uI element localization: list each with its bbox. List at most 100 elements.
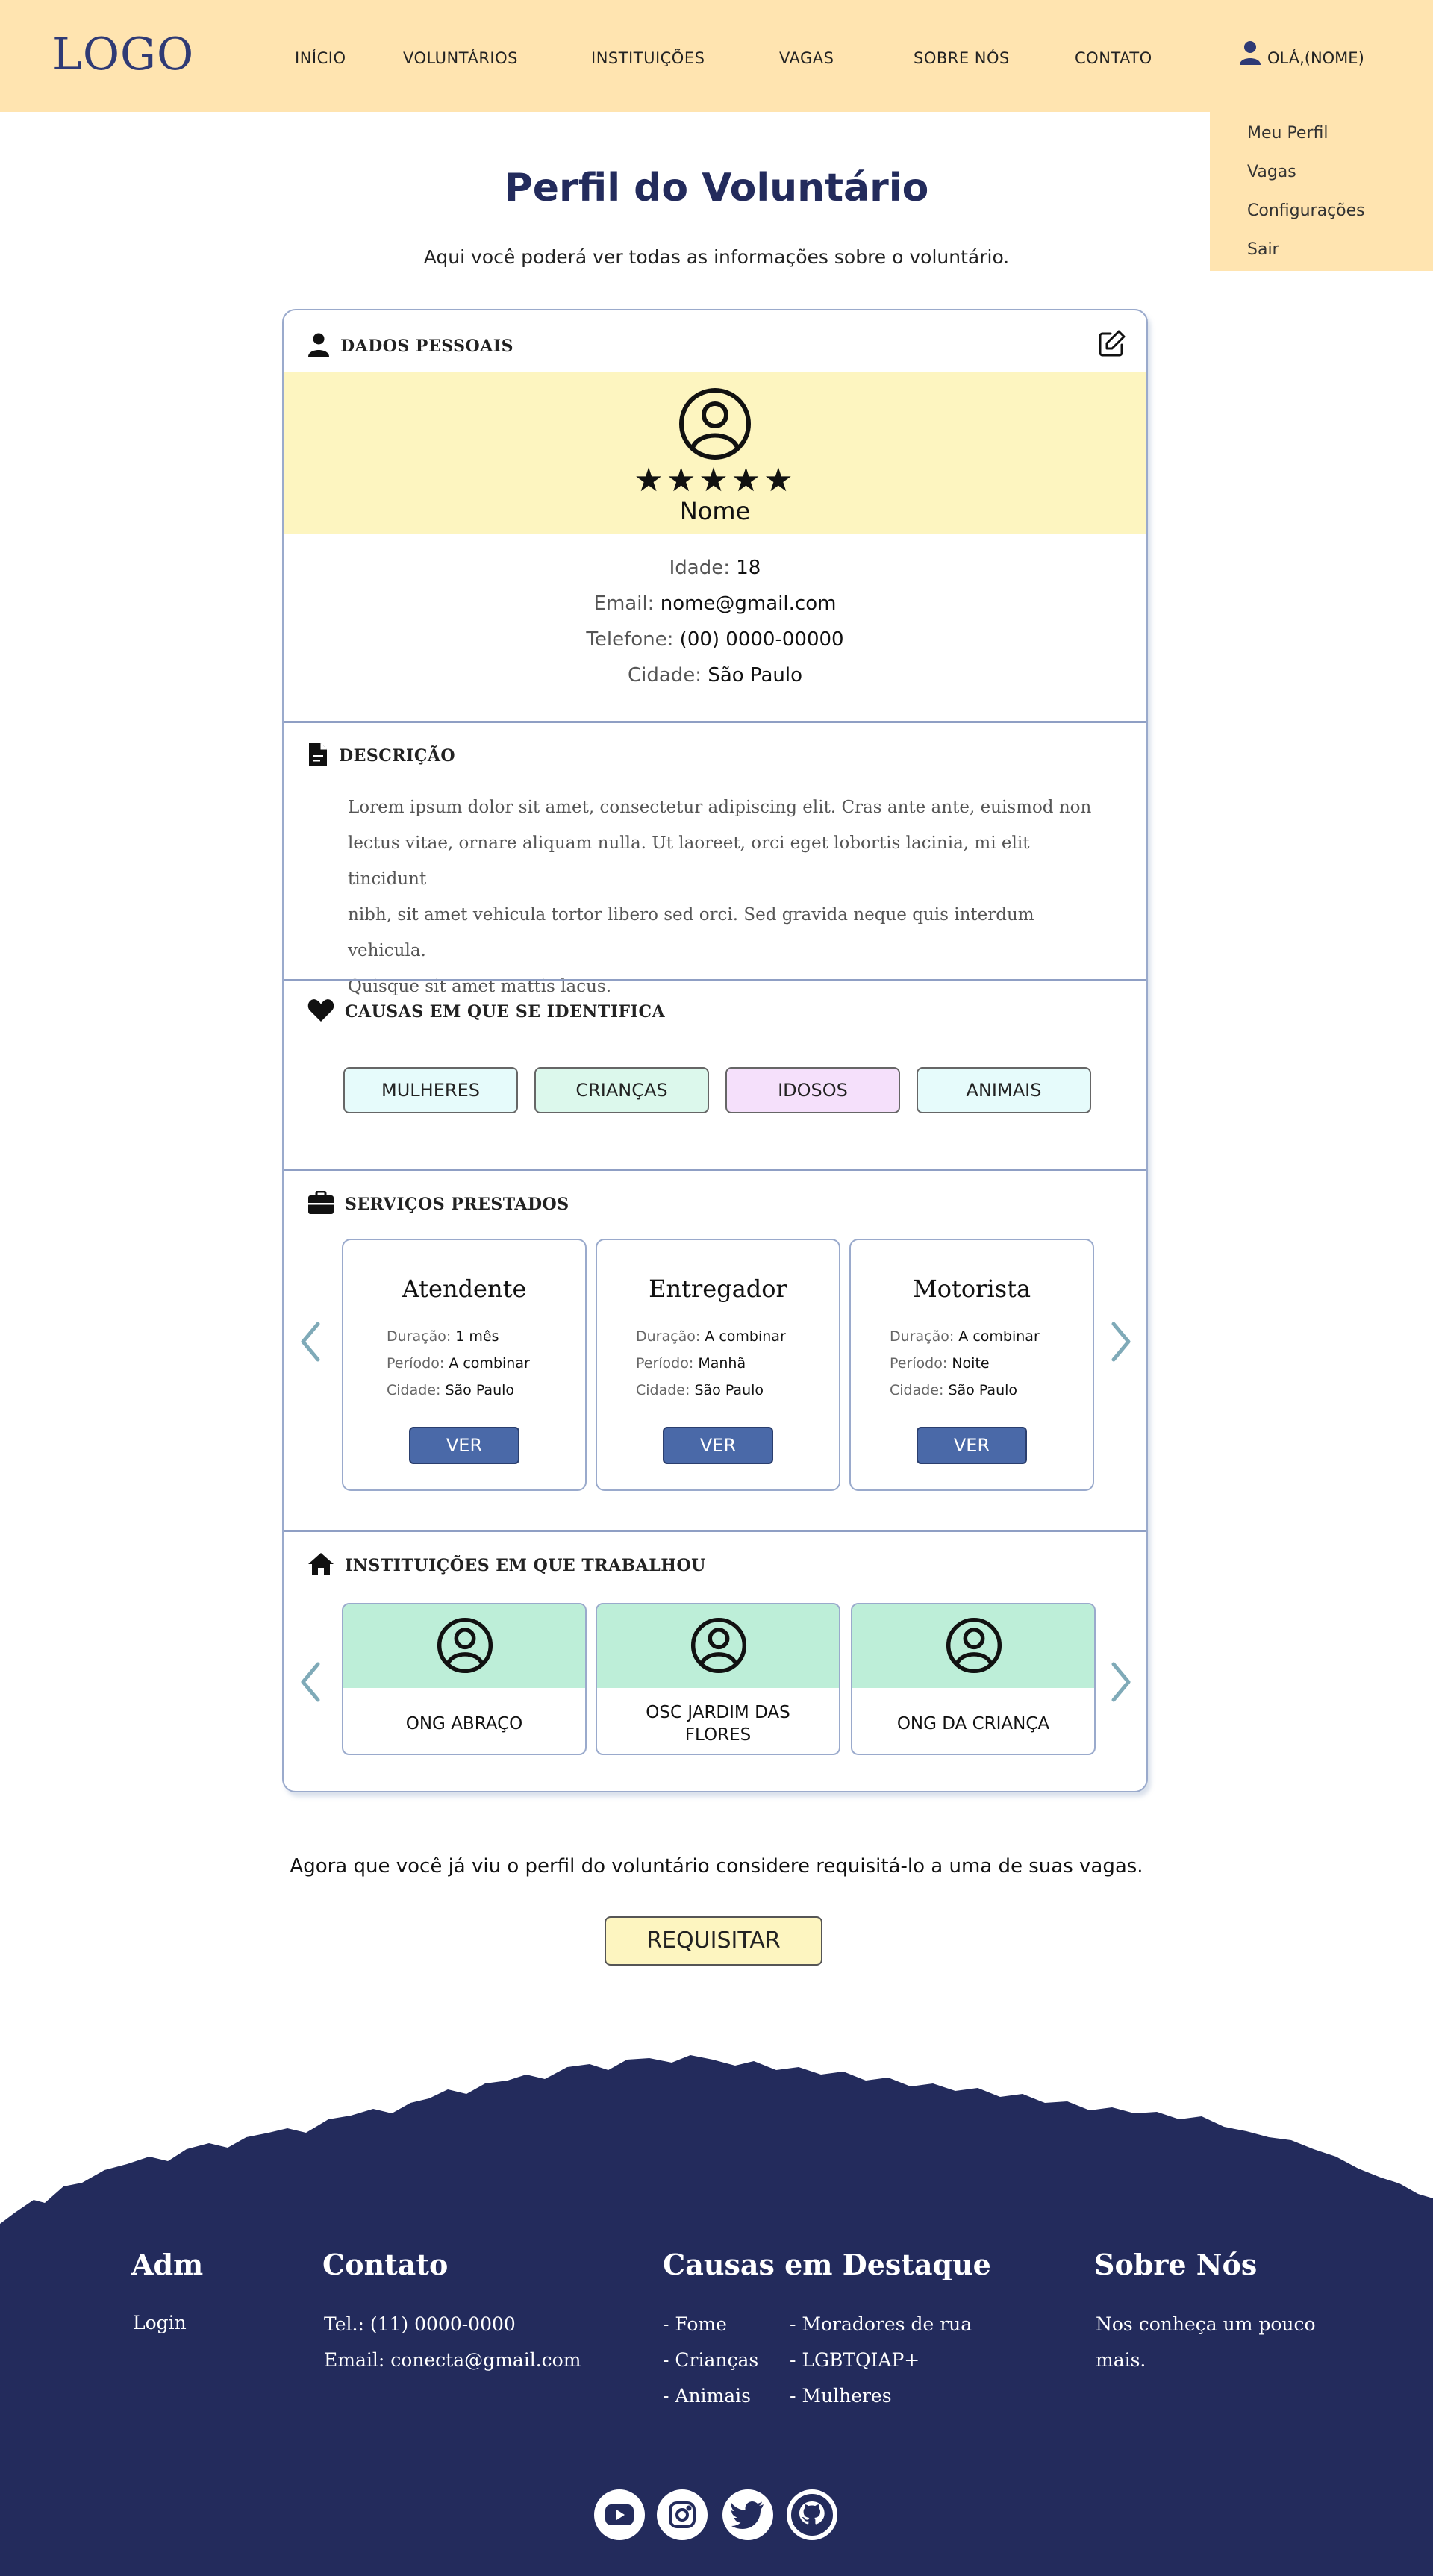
field-label: Duração: [890,1328,955,1345]
info-value: (00) 0000-00000 [679,628,844,651]
view-service-button[interactable]: VER [663,1427,773,1464]
nav-contato[interactable]: CONTATO [1075,49,1152,67]
profile-banner: ★★★★★ Nome [284,372,1146,534]
field-value: Noite [952,1355,990,1372]
causes-header: CAUSAS EM QUE SE IDENTIFICA [307,998,665,1025]
field-label: Período: [387,1355,445,1372]
section-title: SERVIÇOS PRESTADOS [345,1195,569,1214]
service-duration: Duração: A combinar [890,1328,1040,1345]
nav-vagas[interactable]: VAGAS [779,49,834,67]
field-value: 1 mês [455,1328,499,1345]
info-phone: Telefone: (00) 0000-00000 [284,628,1146,651]
service-city: Cidade: São Paulo [636,1382,764,1398]
avatar-icon [690,1616,748,1678]
footer-cause-link[interactable]: - LGBTQIAP+ [790,2349,920,2371]
avatar-icon [436,1616,494,1678]
info-label: Cidade: [627,664,702,687]
view-service-button[interactable]: VER [917,1427,1027,1464]
footer-cause-link[interactable]: - Fome [663,2313,727,2335]
footer-cause-link[interactable]: - Mulheres [790,2385,892,2407]
footer-cause-link[interactable]: - Moradores de rua [790,2313,972,2335]
site-logo[interactable]: LOGO [52,28,194,81]
menu-item-meu-perfil[interactable]: Meu Perfil [1247,124,1329,143]
footer-about-title: Sobre Nós [1094,2248,1258,2281]
nav-voluntarios[interactable]: VOLUNTÁRIOS [403,49,518,67]
avatar-icon [945,1616,1003,1678]
github-icon[interactable] [787,2489,837,2540]
institutions-header: INSTITUIÇÕES EM QUE TRABALHOU [307,1552,706,1579]
nav-sobre-nos[interactable]: SOBRE NÓS [914,49,1010,67]
description-header: DESCRIÇÃO [307,742,455,770]
footer-adm-title: Adm [131,2248,204,2281]
cause-tag-criancas[interactable]: CRIANÇAS [534,1067,709,1113]
user-icon [1239,40,1261,69]
services-prev-arrow[interactable] [299,1321,321,1366]
footer-background [0,2055,1433,2576]
info-city: Cidade: São Paulo [284,664,1146,687]
services-header: SERVIÇOS PRESTADOS [307,1190,569,1218]
services-next-arrow[interactable] [1111,1321,1133,1366]
field-value: A combinar [449,1355,530,1372]
cause-tag-idosos[interactable]: IDOSOS [725,1067,900,1113]
description-line: nibh, sit amet vehicula tortor libero se… [348,905,1034,960]
view-service-button[interactable]: VER [409,1427,519,1464]
footer-contact-title: Contato [322,2248,449,2281]
youtube-icon[interactable] [594,2489,645,2540]
briefcase-icon [307,1190,334,1218]
institution-name: ONG DA CRIANÇA [896,1714,1050,1734]
institution-card[interactable]: ONG ABRAÇO [342,1603,587,1755]
institution-card[interactable]: ONG DA CRIANÇA [851,1603,1096,1755]
cause-tag-animais[interactable]: ANIMAIS [917,1067,1091,1113]
service-card: Entregador Duração: A combinar Período: … [596,1239,840,1491]
instagram-icon[interactable] [657,2489,708,2540]
footer-about-text[interactable]: Nos conheça um pouco [1096,2313,1316,2335]
footer-cause-link[interactable]: - Crianças [663,2349,758,2371]
description-line: lectus vitae, ornare aliquam nulla. Ut l… [348,834,1030,889]
nav-instituicoes[interactable]: INSTITUIÇÕES [591,49,705,67]
service-city: Cidade: São Paulo [890,1382,1017,1398]
avatar-icon [678,387,752,464]
footer-causes-title: Causas em Destaque [663,2248,991,2281]
service-period: Período: Noite [890,1355,990,1372]
home-icon [307,1552,334,1579]
volunteer-profile-card: DADOS PESSOAIS ★★★★★ Nome Idade: 18 Emai… [282,309,1148,1792]
service-card: Motorista Duração: A combinar Período: N… [849,1239,1094,1491]
cause-tag-mulheres[interactable]: MULHERES [343,1067,518,1113]
footer-about-text[interactable]: mais. [1096,2349,1146,2371]
service-duration: Duração: 1 mês [387,1328,499,1345]
institutions-prev-arrow[interactable] [299,1661,321,1706]
institution-name: OSC JARDIM DAS FLORES [646,1703,790,1745]
service-period: Período: A combinar [387,1355,530,1372]
field-value: A combinar [705,1328,786,1345]
info-age: Idade: 18 [284,557,1146,579]
service-period: Período: Manhã [636,1355,746,1372]
info-value: São Paulo [708,664,802,687]
request-button[interactable]: REQUISITAR [605,1916,822,1966]
institutions-next-arrow[interactable] [1111,1661,1133,1706]
institution-banner [852,1604,1094,1688]
nav-inicio[interactable]: INÍCIO [295,49,346,67]
user-menu-toggle[interactable]: OLÁ,(NOME) [1239,40,1364,69]
request-prompt-text: Agora que você já viu o perfil do volunt… [290,1855,1143,1878]
info-label: Telefone: [586,628,674,651]
footer-cause-link[interactable]: - Animais [663,2385,751,2407]
institution-banner [597,1604,839,1688]
institution-card[interactable]: OSC JARDIM DAS FLORES [596,1603,840,1755]
field-value: São Paulo [694,1382,764,1398]
heart-icon [307,998,334,1025]
institution-banner [343,1604,585,1688]
field-label: Duração: [636,1328,701,1345]
personal-data-header: DADOS PESSOAIS [307,333,513,360]
section-divider [284,979,1146,981]
field-value: A combinar [958,1328,1040,1345]
field-label: Período: [890,1355,948,1372]
section-title: DESCRIÇÃO [339,746,456,766]
edit-icon[interactable] [1097,328,1127,361]
twitter-icon[interactable] [722,2489,773,2540]
footer-login-link[interactable]: Login [133,2312,187,2333]
field-value: São Paulo [445,1382,515,1398]
field-label: Cidade: [636,1382,690,1398]
info-label: Idade: [669,557,730,579]
section-divider [284,1530,1146,1532]
info-label: Email: [593,593,655,615]
